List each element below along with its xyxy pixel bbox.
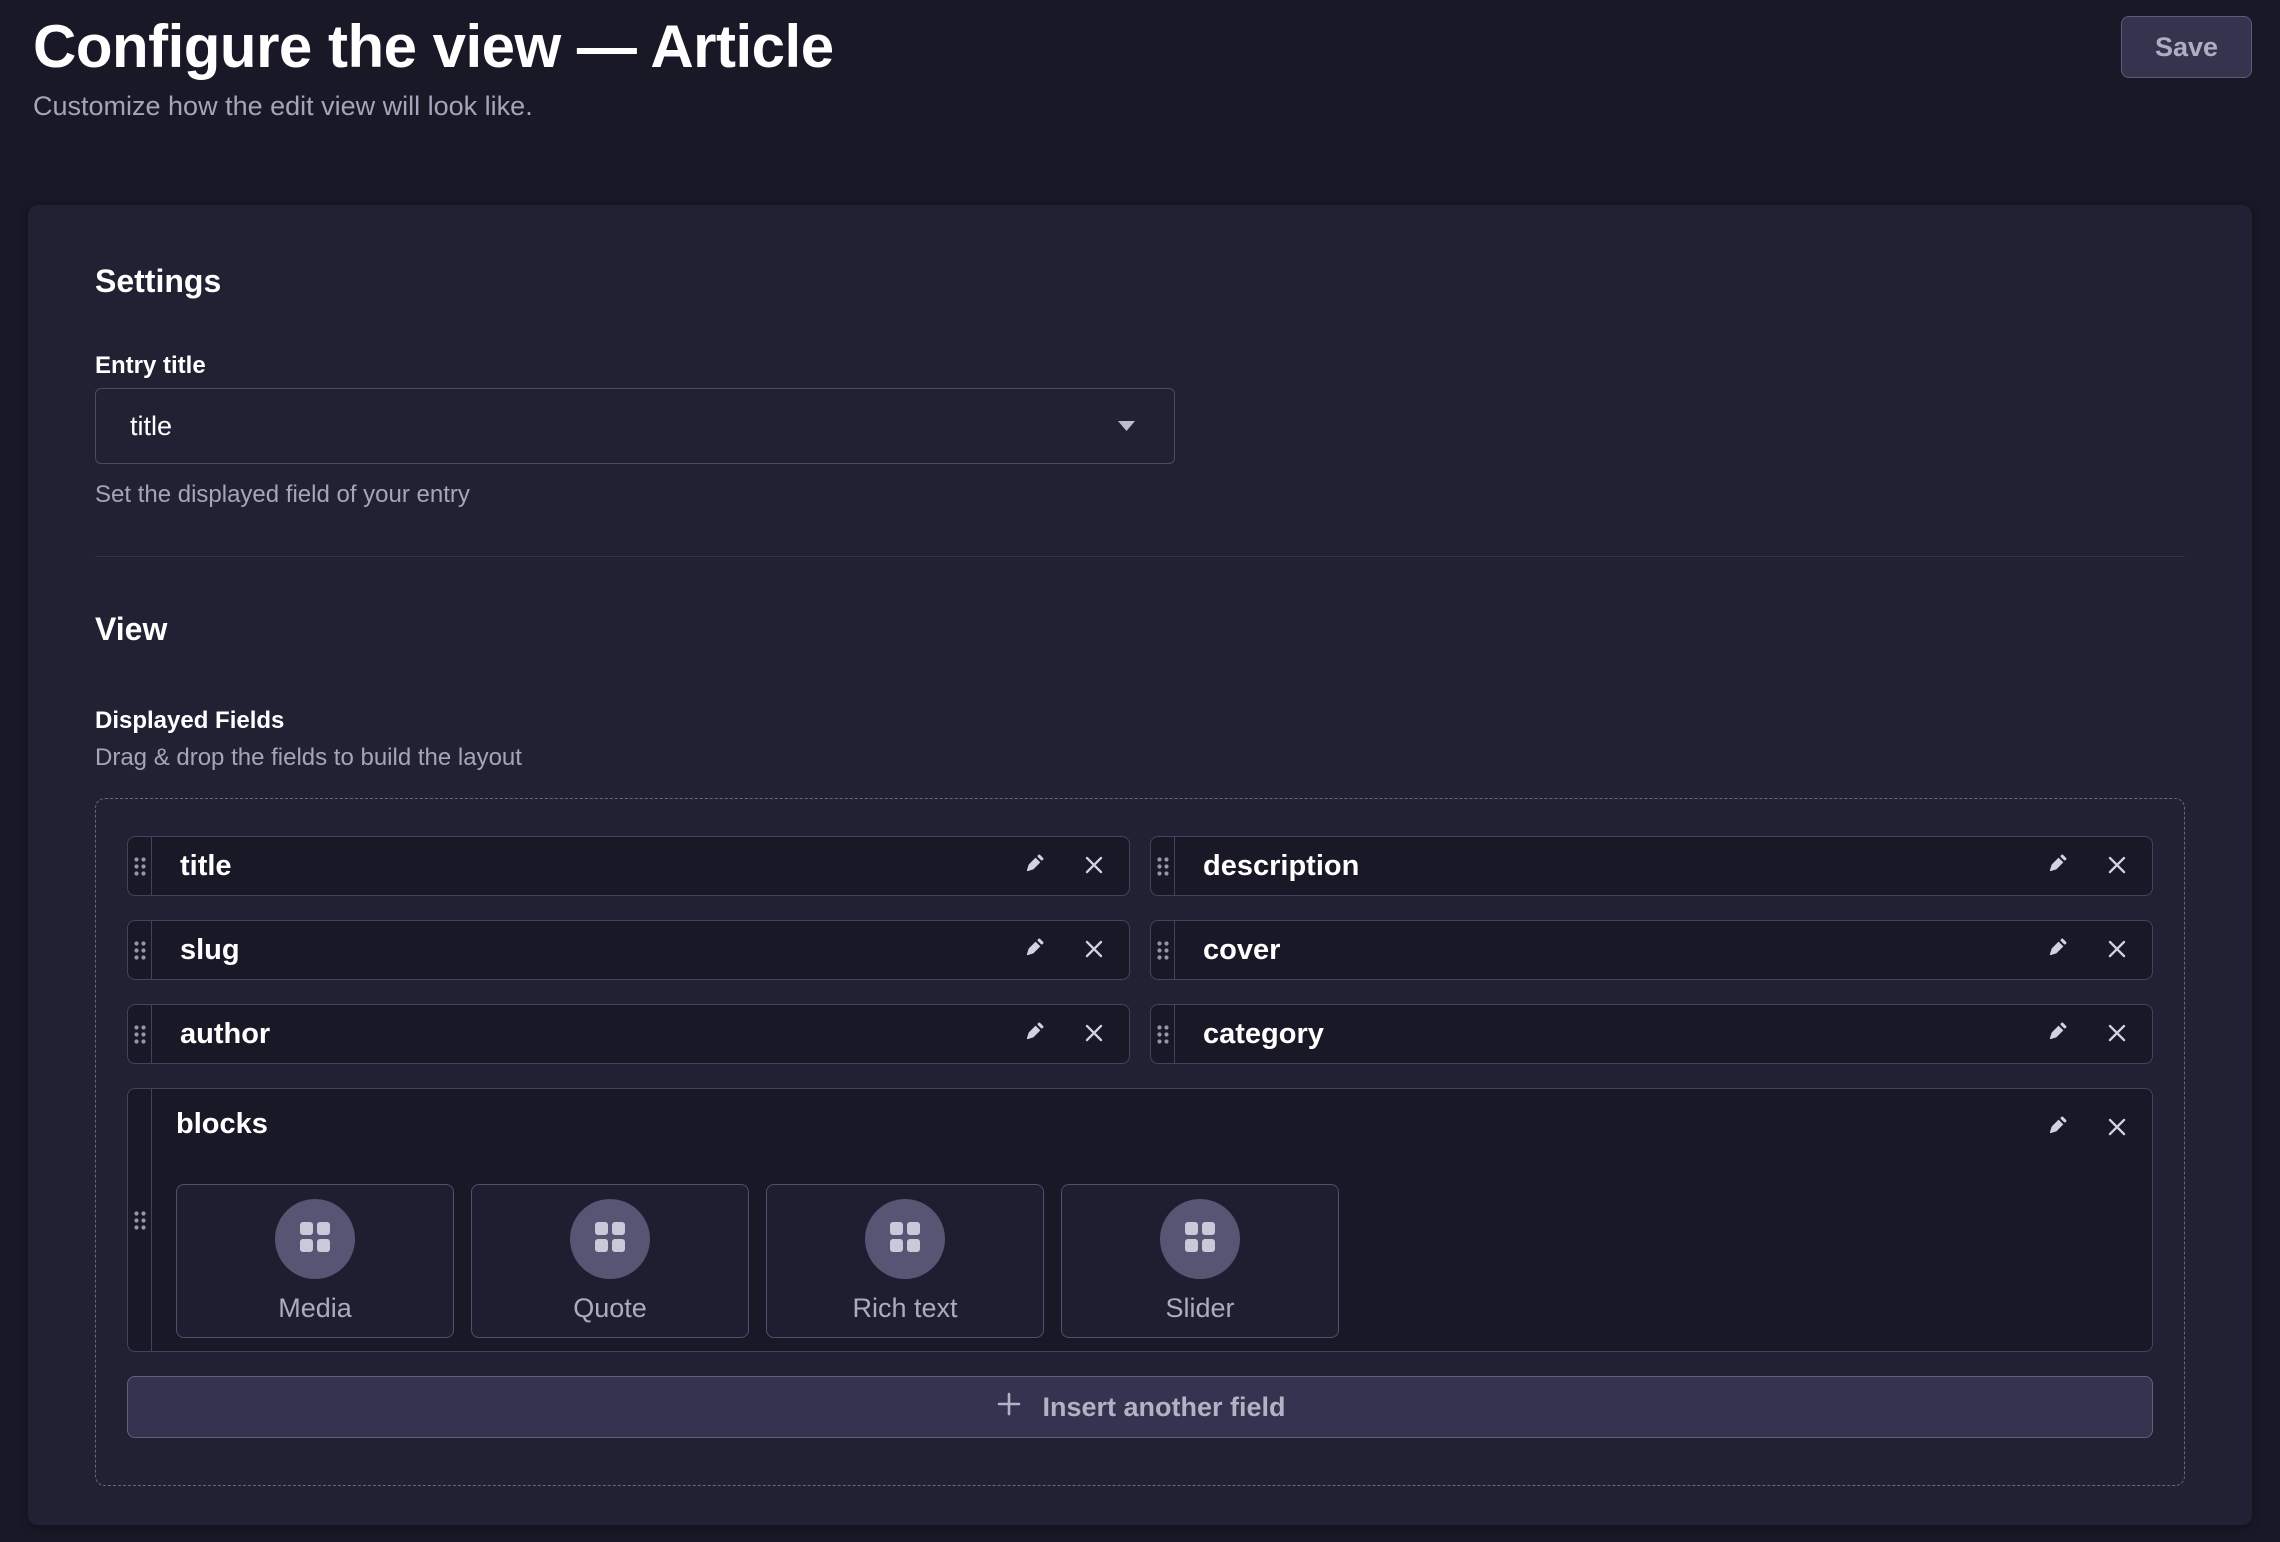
page-title: Configure the view — Article — [33, 14, 2252, 80]
field-name: slug — [152, 921, 1020, 979]
drag-handle[interactable] — [1151, 837, 1175, 895]
pencil-icon — [1020, 851, 1047, 881]
displayed-fields-hint: Drag & drop the fields to build the layo… — [95, 743, 2185, 772]
component-circle — [275, 1199, 355, 1279]
edit-field-button[interactable] — [2043, 935, 2070, 965]
edit-field-button[interactable] — [1020, 1019, 1047, 1049]
remove-field-button[interactable] — [2104, 936, 2130, 965]
drag-dots-icon — [1156, 940, 1169, 961]
view-heading: View — [95, 609, 2185, 649]
fields-grid: title description — [127, 836, 2153, 1438]
drag-dots-icon — [133, 940, 146, 961]
entry-title-label: Entry title — [95, 351, 2185, 380]
pencil-icon — [2043, 1019, 2070, 1049]
close-icon — [2104, 1020, 2130, 1049]
page-header: Configure the view — Article Customize h… — [0, 0, 2280, 122]
entry-title-hint: Set the displayed field of your entry — [95, 480, 2185, 509]
section-divider — [95, 556, 2185, 557]
entry-title-select[interactable]: title — [95, 388, 1175, 464]
chevron-down-icon — [1117, 420, 1136, 432]
drag-handle[interactable] — [128, 1005, 152, 1063]
close-icon — [1081, 936, 1107, 965]
insert-another-field-label: Insert another field — [1042, 1392, 1285, 1423]
grid-icon — [300, 1222, 330, 1257]
remove-field-button[interactable] — [2104, 852, 2130, 881]
component-label: Slider — [1165, 1294, 1234, 1324]
configure-view-card: Settings Entry title title Set the displ… — [28, 205, 2252, 1525]
page-subtitle: Customize how the edit view will look li… — [33, 90, 2252, 122]
drag-dots-icon — [133, 856, 146, 877]
drag-dots-icon — [1156, 1024, 1169, 1045]
remove-field-button[interactable] — [1081, 936, 1107, 965]
edit-field-button[interactable] — [1020, 935, 1047, 965]
grid-icon — [1185, 1222, 1215, 1257]
component-label: Media — [278, 1294, 352, 1324]
settings-heading: Settings — [95, 261, 2185, 301]
pencil-icon — [1020, 935, 1047, 965]
drag-handle[interactable] — [128, 837, 152, 895]
component-card-quote[interactable]: Quote — [471, 1184, 749, 1338]
field-row-description: description — [1150, 836, 2153, 896]
field-row-cover: cover — [1150, 920, 2153, 980]
component-card-slider[interactable]: Slider — [1061, 1184, 1339, 1338]
plus-icon — [994, 1389, 1024, 1426]
component-card-rich-text[interactable]: Rich text — [766, 1184, 1044, 1338]
pencil-icon — [1020, 1019, 1047, 1049]
field-row-blocks: blocks Media — [127, 1088, 2153, 1352]
save-button[interactable]: Save — [2121, 16, 2252, 78]
grid-icon — [890, 1222, 920, 1257]
drag-dots-icon — [133, 1024, 146, 1045]
entry-title-selected-value: title — [130, 411, 172, 442]
grid-icon — [595, 1222, 625, 1257]
pencil-icon — [2043, 1113, 2070, 1143]
field-name: author — [152, 1005, 1020, 1063]
drag-handle[interactable] — [1151, 1005, 1175, 1063]
field-row-category: category — [1150, 1004, 2153, 1064]
displayed-fields-label: Displayed Fields — [95, 706, 2185, 735]
close-icon — [2104, 936, 2130, 965]
component-list: Media Quote Rich text — [176, 1184, 2128, 1338]
edit-field-button[interactable] — [2043, 1019, 2070, 1049]
field-name: description — [1175, 837, 2043, 895]
fields-drop-zone: title description — [95, 798, 2185, 1486]
close-icon — [1081, 852, 1107, 881]
remove-field-button[interactable] — [1081, 1020, 1107, 1049]
remove-field-button[interactable] — [2104, 1114, 2130, 1143]
field-name: cover — [1175, 921, 2043, 979]
close-icon — [2104, 852, 2130, 881]
field-row-title: title — [127, 836, 1130, 896]
pencil-icon — [2043, 935, 2070, 965]
insert-another-field-button[interactable]: Insert another field — [127, 1376, 2153, 1438]
remove-field-button[interactable] — [2104, 1020, 2130, 1049]
component-circle — [865, 1199, 945, 1279]
drag-handle[interactable] — [1151, 921, 1175, 979]
component-card-media[interactable]: Media — [176, 1184, 454, 1338]
edit-field-button[interactable] — [2043, 851, 2070, 881]
field-row-slug: slug — [127, 920, 1130, 980]
component-circle — [1160, 1199, 1240, 1279]
field-name: title — [152, 837, 1020, 895]
component-label: Rich text — [852, 1294, 957, 1324]
remove-field-button[interactable] — [1081, 852, 1107, 881]
edit-field-button[interactable] — [1020, 851, 1047, 881]
field-name: blocks — [176, 1107, 2128, 1142]
close-icon — [2104, 1114, 2130, 1143]
field-row-author: author — [127, 1004, 1130, 1064]
drag-dots-icon — [133, 1210, 146, 1231]
edit-field-button[interactable] — [2043, 1113, 2070, 1143]
pencil-icon — [2043, 851, 2070, 881]
component-label: Quote — [573, 1294, 647, 1324]
drag-dots-icon — [1156, 856, 1169, 877]
drag-handle[interactable] — [128, 921, 152, 979]
component-circle — [570, 1199, 650, 1279]
field-name: category — [1175, 1005, 2043, 1063]
drag-handle[interactable] — [128, 1089, 152, 1351]
close-icon — [1081, 1020, 1107, 1049]
